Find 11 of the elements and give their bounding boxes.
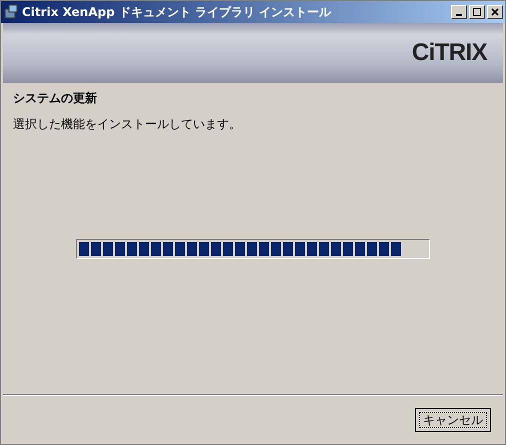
installer-icon [3, 4, 19, 20]
cancel-button[interactable]: キャンセル [415, 408, 491, 432]
window-title: Citrix XenApp ドキュメント ライブラリ インストール [22, 4, 332, 21]
minimize-button[interactable] [451, 5, 467, 19]
maximize-icon [473, 8, 481, 16]
logo: CiTRIX [412, 38, 487, 68]
description: 選択した機能をインストールしています。 [13, 116, 242, 133]
maximize-button[interactable] [469, 5, 485, 19]
heading: システムの更新 [13, 90, 98, 107]
close-button[interactable] [487, 5, 503, 19]
close-icon [491, 8, 499, 16]
